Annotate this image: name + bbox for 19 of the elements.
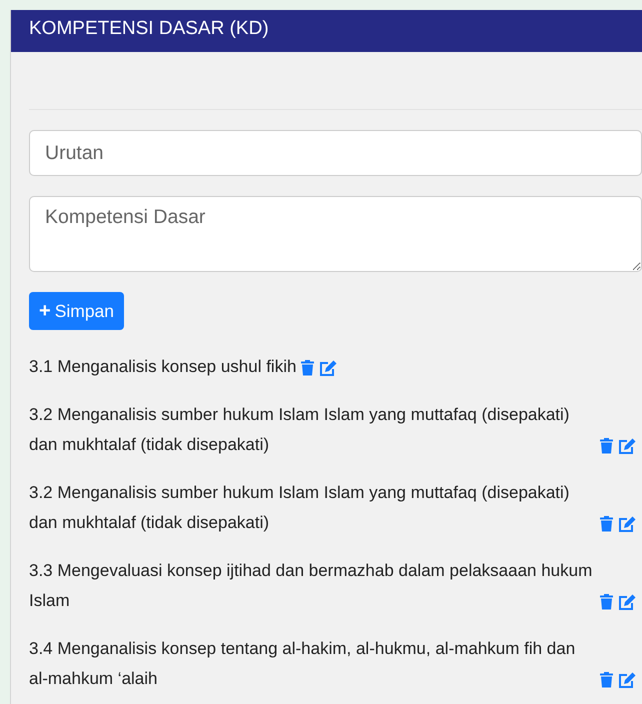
- trash-icon[interactable]: [600, 516, 613, 532]
- edit-icon[interactable]: [618, 672, 636, 688]
- card-header: KOMPETENSI DASAR (KD): [11, 10, 642, 52]
- edit-icon[interactable]: [618, 594, 636, 610]
- edit-icon[interactable]: [618, 516, 636, 532]
- competence-text: 3.3 Mengevaluasi konsep ijtihad dan bermazhab dalam pelaksaaan hukum Islam: [29, 560, 594, 612]
- competence-text: 3.1 Menganalisis konsep ushul fikih: [29, 356, 296, 378]
- trash-icon[interactable]: [301, 360, 314, 376]
- order-input[interactable]: Urutan: [29, 130, 642, 176]
- edit-icon[interactable]: [618, 438, 636, 454]
- trash-icon[interactable]: [600, 594, 613, 610]
- trash-icon[interactable]: [600, 672, 613, 688]
- competence-textarea[interactable]: Kompetensi Dasar: [29, 196, 642, 272]
- save-button[interactable]: + Simpan: [29, 292, 124, 330]
- edit-icon[interactable]: [319, 360, 338, 376]
- competence-text: 3.2 Menganalisis sumber hukum Islam Islam yang muttafaq (disepakati) dan mukhtalaf (tidak disepakati): [29, 404, 570, 456]
- competence-text: 3.2 Menganalisis sumber hukum Islam Islam yang muttafaq (disepakati) dan mukhtalaf (tidak disepakati): [29, 482, 570, 534]
- trash-icon[interactable]: [600, 438, 613, 454]
- competence-text: 3.4 Menganalisis konsep tentang al-hakim, al-hukmu, al-mahkum fih dan al-mahkum ‘alaih: [29, 638, 576, 690]
